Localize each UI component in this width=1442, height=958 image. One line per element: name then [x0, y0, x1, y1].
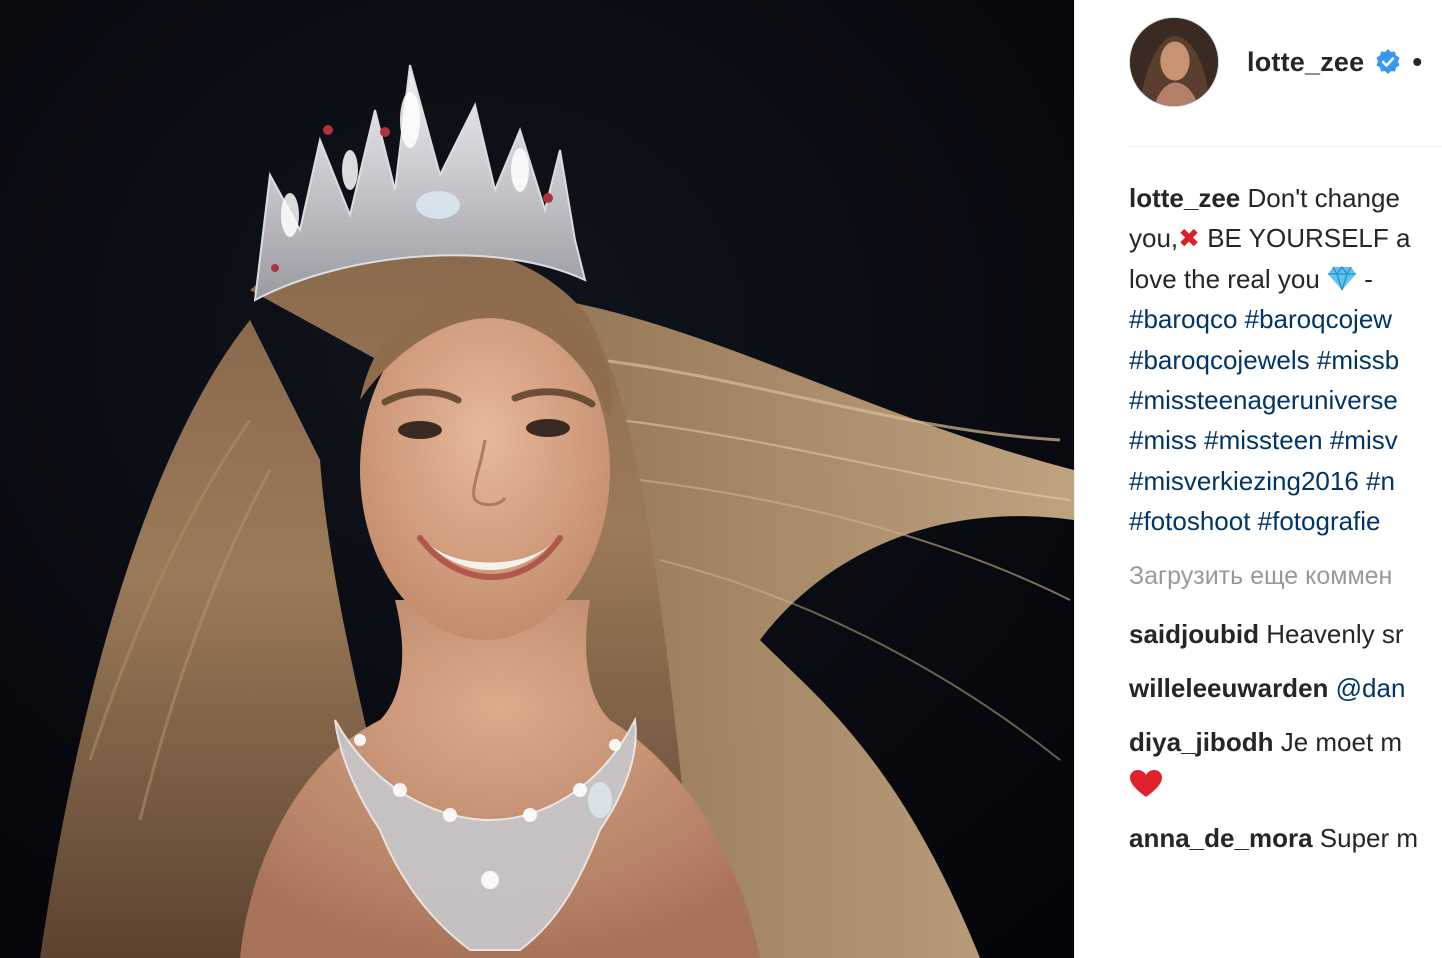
instagram-post-page: lotte_zee • lotte_zee Don't change you,✖…: [0, 0, 1442, 958]
load-more-comments-button[interactable]: Загрузить еще коммен: [1129, 562, 1392, 591]
avatar[interactable]: [1129, 17, 1219, 107]
post-caption: lotte_zee Don't change you,✖ BE YOURSELF…: [1129, 178, 1442, 542]
hashtag-line: #baroqco #baroqcojew: [1129, 299, 1442, 339]
hashtag-link[interactable]: #fotoshoot #fotografie: [1129, 506, 1381, 536]
caption-line: love the real you -: [1129, 259, 1442, 299]
post-photo[interactable]: [0, 0, 1074, 958]
comment-username[interactable]: diya_jibodh: [1129, 727, 1273, 757]
comment-username[interactable]: willeleeuwarden: [1129, 673, 1328, 703]
gem-emoji: [1327, 265, 1357, 291]
hashtag-line: #baroqcojewels #missb: [1129, 340, 1442, 380]
caption-text: Don't change: [1247, 183, 1400, 213]
caption-text: BE YOURSELF a: [1207, 223, 1411, 254]
comment-item: saidjoubid Heavenly sr: [1129, 619, 1404, 650]
comment-item: willeleeuwarden @dan: [1129, 673, 1405, 704]
comment-mention-link[interactable]: @dan: [1336, 673, 1406, 703]
hashtag-link[interactable]: #miss #missteen #misv: [1129, 425, 1398, 455]
comment-text: Super m: [1319, 823, 1419, 853]
hashtag-line: #misverkiezing2016 #n: [1129, 461, 1442, 501]
comment-item: anna_de_mora Super m: [1129, 823, 1418, 854]
comment-username[interactable]: anna_de_mora: [1129, 823, 1313, 853]
hashtag-line: #missteenageruniverse: [1129, 380, 1442, 420]
caption-line: lotte_zee Don't change: [1129, 178, 1442, 218]
verified-badge-icon: [1374, 48, 1402, 76]
comment-text: Je moet m: [1280, 727, 1403, 757]
comment-username[interactable]: saidjoubid: [1129, 619, 1259, 649]
hashtag-line: #fotoshoot #fotografie: [1129, 501, 1442, 541]
hashtag-link[interactable]: #missteenageruniverse: [1129, 385, 1398, 415]
hashtag-link[interactable]: #baroqco #baroqcojew: [1129, 304, 1392, 334]
caption-text: you,: [1129, 223, 1179, 254]
hashtag-line: #miss #missteen #misv: [1129, 420, 1442, 460]
caption-username[interactable]: lotte_zee: [1129, 183, 1240, 213]
caption-text: -: [1364, 263, 1373, 294]
post-header: lotte_zee •: [1129, 17, 1442, 107]
post-photo-image: [0, 0, 1074, 958]
caption-line: you,✖ BE YOURSELF a: [1129, 218, 1442, 258]
post-author-username[interactable]: lotte_zee: [1247, 47, 1364, 78]
cross-mark-emoji: ✖: [1178, 223, 1200, 254]
avatar-image: [1130, 18, 1218, 106]
comment-emoji-line: [1129, 769, 1163, 806]
hashtag-link[interactable]: #misverkiezing2016 #n: [1129, 466, 1395, 496]
comment-item: diya_jibodh Je moet m: [1129, 727, 1402, 758]
header-separator: •: [1412, 46, 1423, 77]
header-divider: [1129, 146, 1442, 147]
post-sidebar: lotte_zee • lotte_zee Don't change you,✖…: [1074, 0, 1442, 958]
comment-text: Heavenly sr: [1266, 619, 1404, 649]
heart-emoji: [1129, 769, 1163, 799]
caption-text: love the real you: [1129, 263, 1320, 294]
hashtag-link[interactable]: #baroqcojewels #missb: [1129, 345, 1399, 375]
